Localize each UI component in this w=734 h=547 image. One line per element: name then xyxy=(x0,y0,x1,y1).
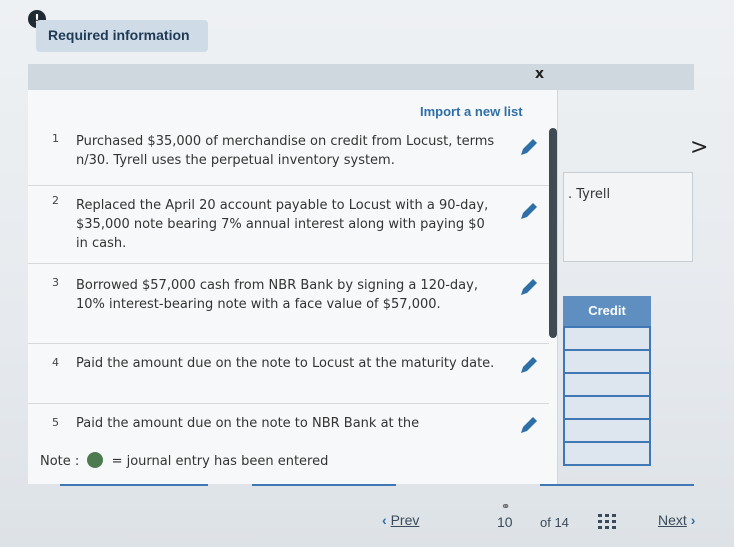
background-name-box: . Tyrell xyxy=(563,172,693,262)
pencil-edit-icon[interactable] xyxy=(518,136,540,158)
pencil-edit-icon[interactable] xyxy=(518,200,540,222)
entered-status-dot-icon xyxy=(87,452,104,468)
list-item-number: 4 xyxy=(52,356,59,369)
next-button[interactable]: Next › xyxy=(658,512,695,528)
list-item-text: Paid the amount due on the note to Locus… xyxy=(76,356,495,371)
pencil-edit-icon[interactable] xyxy=(518,354,540,376)
legend-note: Note : = journal entry has been entered xyxy=(40,452,328,469)
note-prefix: Note : xyxy=(40,454,80,469)
credit-column-header: Credit xyxy=(563,296,651,326)
panel-header-bar xyxy=(28,64,694,90)
credit-input-cell[interactable] xyxy=(565,374,649,397)
list-item-number: 1 xyxy=(52,132,59,145)
import-new-list-link[interactable]: Import a new list xyxy=(420,104,523,119)
divider xyxy=(252,484,396,486)
list-item-number: 3 xyxy=(52,276,59,289)
pencil-edit-icon[interactable] xyxy=(518,276,540,298)
list-item-text: Replaced the April 20 account payable to… xyxy=(76,198,489,251)
chevron-right-icon: › xyxy=(690,512,696,528)
list-item-text: Borrowed $57,000 cash from NBR Bank by s… xyxy=(76,278,478,312)
list-item-text: Paid the amount due on the note to NBR B… xyxy=(76,416,420,431)
credit-input-cell[interactable] xyxy=(565,420,649,443)
page-total: of 14 xyxy=(540,515,569,530)
credit-input-cell[interactable] xyxy=(565,397,649,420)
current-page-number: 10 xyxy=(497,514,513,530)
list-item[interactable]: 3 Borrowed $57,000 cash from NBR Bank by… xyxy=(28,264,549,344)
credit-input-cell[interactable] xyxy=(565,351,649,374)
list-item[interactable]: 5 Paid the amount due on the note to NBR… xyxy=(28,404,549,444)
pencil-edit-icon[interactable] xyxy=(518,414,540,436)
list-item-text: Purchased $35,000 of merchandise on cred… xyxy=(76,134,495,168)
link-icon: ⚭ xyxy=(501,500,511,513)
chevron-left-icon: ‹ xyxy=(382,512,387,528)
list-item-number: 2 xyxy=(52,194,59,207)
divider xyxy=(60,484,208,486)
scrollbar[interactable] xyxy=(549,128,557,338)
list-item-number: 5 xyxy=(52,416,59,429)
note-text: = journal entry has been entered xyxy=(111,454,329,469)
required-information-tab[interactable]: Required information xyxy=(36,20,208,52)
credit-input-column[interactable] xyxy=(563,326,651,466)
close-icon[interactable]: x xyxy=(535,66,544,82)
screen: ! Required information > . Tyrell Credit… xyxy=(0,0,734,547)
prev-button[interactable]: ‹ Prev xyxy=(382,512,419,528)
list-item[interactable]: 1 Purchased $35,000 of merchandise on cr… xyxy=(28,126,549,186)
divider xyxy=(540,484,694,486)
next-label: Next xyxy=(658,512,687,528)
list-item[interactable]: 4 Paid the amount due on the note to Loc… xyxy=(28,344,549,404)
next-transaction-chevron-icon[interactable]: > xyxy=(690,135,708,160)
list-item[interactable]: 2 Replaced the April 20 account payable … xyxy=(28,186,549,264)
prev-label: Prev xyxy=(390,512,420,528)
credit-input-cell[interactable] xyxy=(565,328,649,351)
grid-menu-icon[interactable] xyxy=(598,514,616,530)
